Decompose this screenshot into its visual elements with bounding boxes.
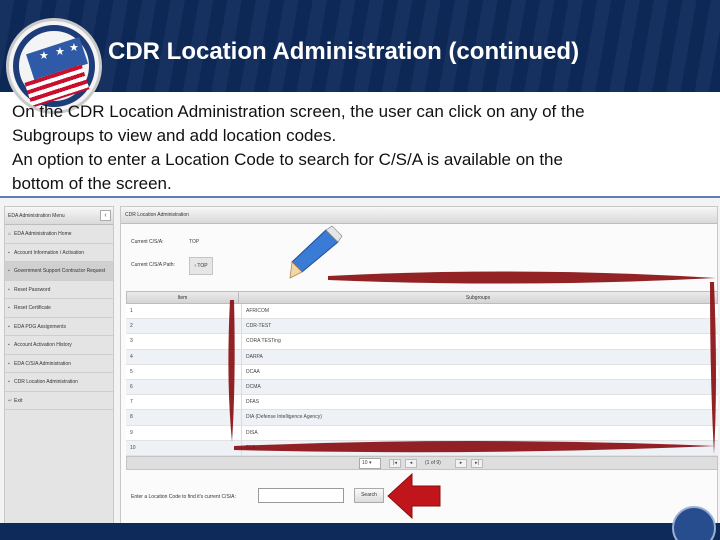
slide-title: CDR Location Administration (continued) bbox=[108, 38, 580, 65]
next-page-button[interactable]: ▸ bbox=[455, 458, 467, 468]
cell-item: 3 bbox=[130, 338, 133, 345]
table-header: Item Subgroups bbox=[126, 291, 718, 304]
seal-star-icon: ★ bbox=[39, 50, 49, 62]
cell-item: 4 bbox=[130, 353, 133, 360]
current-csa-value: TOP bbox=[189, 239, 200, 245]
body-line: An option to enter a Location Code to se… bbox=[12, 150, 563, 169]
collapse-icon[interactable]: ‹ bbox=[100, 210, 111, 221]
column-header-subgroups[interactable]: Subgroups bbox=[238, 292, 717, 304]
table-row[interactable]: 9 DISA bbox=[126, 425, 718, 441]
cell-subgroup[interactable]: CORA TESTing bbox=[241, 334, 281, 350]
sidebar-item-label: Reset Certificate bbox=[14, 305, 51, 311]
sidebar: EDA Administration Menu ‹ ⌂ EDA Administr… bbox=[4, 206, 114, 524]
panel-title: CDR Location Administration bbox=[121, 207, 717, 224]
location-code-input[interactable] bbox=[258, 488, 344, 503]
sidebar-item-reset-certificate[interactable]: ▪ Reset Certificate bbox=[5, 299, 113, 318]
sidebar-item-label: EDA Administration Home bbox=[14, 231, 72, 237]
table-row[interactable]: 5 DCAA bbox=[126, 364, 718, 380]
cell-subgroup[interactable]: DFAS bbox=[241, 395, 259, 411]
current-path-label: Current C/S/A Path: bbox=[131, 262, 175, 268]
sidebar-item-label: Government Support Contractor Request bbox=[14, 268, 106, 274]
table-row[interactable]: 6 DCMA bbox=[126, 379, 718, 396]
sidebar-header: EDA Administration Menu ‹ bbox=[5, 207, 113, 225]
main-panel: CDR Location Administration Current C/S/… bbox=[120, 206, 718, 524]
cell-item: 1 bbox=[130, 308, 133, 314]
cell-subgroup[interactable]: DLA bbox=[241, 440, 256, 456]
page-indicator: (1 of 9) bbox=[425, 459, 441, 466]
table-row[interactable]: 1 AFRICOM bbox=[126, 304, 718, 320]
cell-subgroup[interactable]: DISA bbox=[241, 425, 258, 441]
slide-body: On the CDR Location Administration scree… bbox=[12, 100, 712, 196]
body-line: On the CDR Location Administration scree… bbox=[12, 102, 585, 121]
cell-item: 5 bbox=[130, 368, 133, 375]
seal-star-icon: ★ bbox=[55, 46, 65, 58]
column-header-item[interactable]: Item bbox=[127, 292, 238, 304]
body-line: bottom of the screen. bbox=[12, 174, 172, 193]
location-search-label: Enter a Location Code to find it's curre… bbox=[131, 494, 236, 500]
first-page-button[interactable]: |◂ bbox=[389, 458, 401, 468]
cell-subgroup[interactable]: DARPA bbox=[241, 349, 263, 365]
cell-subgroup[interactable]: DIA (Defense Intelligence Agency) bbox=[241, 410, 322, 426]
sidebar-item-reset-password[interactable]: ▪ Reset Password bbox=[5, 281, 113, 299]
sidebar-item-contractor-request[interactable]: ▪ Government Support Contractor Request bbox=[5, 262, 113, 281]
search-button[interactable]: Search bbox=[354, 488, 384, 503]
subgroups-table: Item Subgroups 1 AFRICOM 2 CDR-TEST 3 CORA … bbox=[126, 291, 718, 470]
sidebar-item-label: Exit bbox=[14, 397, 23, 404]
sidebar-item-activation-history[interactable]: ▪ Account Activation History bbox=[5, 336, 113, 355]
table-row[interactable]: 7 DFAS bbox=[126, 395, 718, 411]
slide-footer bbox=[0, 523, 720, 540]
sidebar-item-account-info[interactable]: ▪ Account Information / Activation bbox=[5, 244, 113, 262]
cell-item: 2 bbox=[130, 323, 133, 330]
sidebar-item-label: Reset Password bbox=[14, 286, 51, 293]
app-screenshot: EDA Administration Menu ‹ ⌂ EDA Administr… bbox=[0, 196, 720, 524]
last-page-button[interactable]: ▸| bbox=[471, 458, 483, 468]
cell-item: 7 bbox=[130, 399, 133, 406]
sidebar-item-label: EDA PDG Assignments bbox=[14, 323, 66, 330]
table-body: 1 AFRICOM 2 CDR-TEST 3 CORA TESTing 4 DARPA … bbox=[126, 304, 718, 456]
sidebar-item-label: EDA C/S/A Administration bbox=[14, 360, 71, 367]
cell-subgroup[interactable]: DCAA bbox=[241, 364, 260, 380]
sidebar-item-csa-administration[interactable]: ▪ EDA C/S/A Administration bbox=[5, 355, 113, 373]
prev-page-button[interactable]: ◂ bbox=[405, 458, 417, 468]
cell-item: 6 bbox=[130, 383, 133, 390]
table-row[interactable]: 8 DIA (Defense Intelligence Agency) bbox=[126, 410, 718, 426]
seal-star-icon: ★ bbox=[69, 42, 79, 54]
cell-subgroup[interactable]: CDR-TEST bbox=[241, 319, 271, 335]
cell-subgroup[interactable]: AFRICOM bbox=[241, 304, 269, 319]
sidebar-item-label: CDR Location Administration bbox=[14, 379, 78, 385]
sidebar-item-label: Account Activation History bbox=[14, 342, 72, 348]
sidebar-item-pdg-assignments[interactable]: ▪ EDA PDG Assignments bbox=[5, 318, 113, 336]
page-size-select[interactable]: 10 ▾ bbox=[359, 457, 381, 469]
page-size-value: 10 bbox=[362, 459, 368, 466]
body-line: Subgroups to view and add location codes… bbox=[12, 126, 337, 145]
cell-subgroup[interactable]: DCMA bbox=[241, 379, 261, 395]
path-breadcrumb[interactable]: › TOP bbox=[189, 257, 213, 275]
table-row[interactable]: 2 CDR-TEST bbox=[126, 319, 718, 335]
current-csa-label: Current C/S/A: bbox=[131, 239, 164, 245]
cell-item: 8 bbox=[130, 414, 133, 421]
sidebar-item-label: Account Information / Activation bbox=[14, 249, 85, 256]
sidebar-item-eda-home[interactable]: ⌂ EDA Administration Home bbox=[5, 225, 113, 244]
cell-item: 10 bbox=[130, 444, 136, 451]
cell-item: 9 bbox=[130, 429, 133, 436]
table-row[interactable]: 3 CORA TESTing bbox=[126, 334, 718, 350]
table-pager: 10 ▾ |◂ ◂ (1 of 9) ▸ ▸| bbox=[126, 455, 718, 470]
table-row[interactable]: 10 DLA bbox=[126, 440, 718, 456]
sidebar-item-exit[interactable]: ↵ Exit bbox=[5, 392, 113, 410]
table-row[interactable]: 4 DARPA bbox=[126, 349, 718, 365]
sidebar-title: EDA Administration Menu bbox=[8, 213, 65, 219]
sidebar-item-cdr-location[interactable]: ▪ CDR Location Administration bbox=[5, 373, 113, 392]
